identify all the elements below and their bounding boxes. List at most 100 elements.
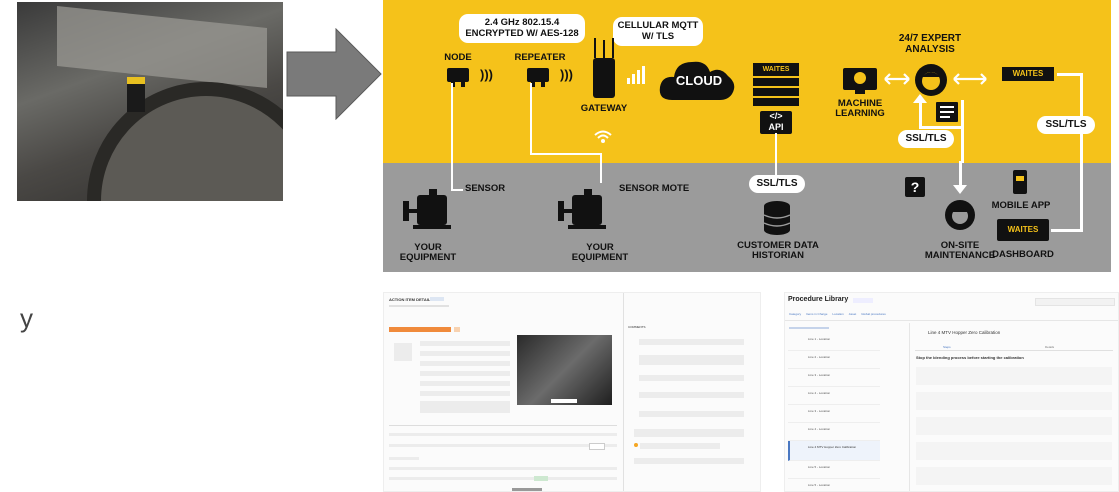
procedure-library-title: Procedure Library: [788, 296, 849, 303]
list-item-selected[interactable]: Line 4 MTV Hopper Zero Calibration: [788, 441, 880, 461]
filter-asset[interactable]: Asset: [849, 312, 857, 316]
field-row: [420, 381, 510, 386]
table-row: [389, 444, 617, 447]
api-connector-line: [775, 133, 777, 177]
filter-category[interactable]: Category: [789, 312, 801, 316]
comment-input[interactable]: [634, 458, 744, 464]
list-item[interactable]: Line 5 - Location: [788, 479, 880, 491]
mobile-phone-icon: [1013, 170, 1027, 194]
search-input[interactable]: [1035, 298, 1115, 306]
field-row: [420, 351, 510, 356]
procedure-library-screenshot: Procedure Library Category Items in Char…: [784, 292, 1119, 492]
encryption-line-2: ENCRYPTED W/ AES-128: [465, 28, 579, 39]
tab-details[interactable]: Details: [1045, 345, 1054, 349]
field-row: [420, 341, 510, 346]
list-item[interactable]: Line 4 - Location: [788, 387, 880, 405]
procedure-instruction: Stop the blending process before startin…: [916, 355, 1024, 360]
view-selector[interactable]: [853, 298, 873, 303]
historian-line-2: HISTORIAN: [751, 250, 805, 261]
panel-divider: [909, 323, 910, 491]
section-label: [389, 457, 419, 460]
field-row: [420, 361, 510, 366]
signal-icon-1: ))): [480, 67, 493, 82]
sensor-mote-label: SENSOR MOTE: [619, 183, 690, 194]
up-arrow-icon: [913, 94, 927, 103]
filter-location[interactable]: Location: [832, 312, 843, 316]
comment-item: [640, 443, 720, 449]
node-icon: [447, 68, 469, 87]
flow-arrow-icon: [286, 28, 382, 120]
divider: [785, 320, 1118, 321]
ssl-tls-badge-center: SSL/TLS: [898, 130, 954, 148]
action-item-header: ACTION ITEM DETAILS: [389, 297, 433, 302]
list-item[interactable]: Line 2 - Location: [788, 351, 880, 369]
list-item[interactable]: Line 3 - Location: [788, 369, 880, 387]
maintenance-person-icon: [945, 200, 975, 230]
photo-motor-housing: [87, 82, 283, 201]
comment-item: [639, 339, 744, 345]
table-header: [389, 433, 617, 436]
signal-icon-2: ))): [560, 67, 573, 82]
waites-logo-text: WAITES: [1012, 69, 1044, 78]
your-equipment-label-2: YOUR EQUIPMENT: [565, 243, 635, 263]
connector-line: [919, 126, 963, 129]
divider: [389, 425, 617, 426]
diagram-top-panel: 2.4 GHz 802.15.4 ENCRYPTED W/ AES-128 CE…: [383, 0, 1111, 163]
panel-divider: [623, 293, 624, 491]
dashboard-connector-line: [1080, 161, 1083, 231]
comments-header: COMMENTS: [628, 325, 646, 329]
bidirectional-arrow-icon-1: [884, 73, 910, 85]
photo-metal-sheet: [57, 5, 267, 89]
historian-label: CUSTOMER DATA HISTORIAN: [733, 241, 823, 261]
divider: [915, 350, 1113, 351]
your-equipment-label-1: YOUR EQUIPMENT: [393, 243, 463, 263]
step-card: [916, 392, 1112, 410]
row-action-button[interactable]: [589, 443, 605, 450]
wifi-icon: [594, 130, 612, 143]
field-row: [420, 391, 510, 396]
cellular-line-1: CELLULAR MQTT: [617, 20, 699, 31]
pagination-control[interactable]: [512, 488, 542, 491]
field-row: [420, 401, 510, 413]
left-text-fragment: y: [20, 303, 33, 333]
repeater-connector-line: [530, 153, 602, 155]
equipment-motor-icon-1: [403, 189, 451, 229]
expert-line-1: 24/7 EXPERT: [898, 33, 962, 44]
list-item[interactable]: Line 5 - Location: [788, 461, 880, 479]
tab-steps[interactable]: Steps: [943, 345, 951, 349]
avatar: [634, 443, 638, 447]
cellular-bubble: CELLULAR MQTT W/ TLS: [613, 17, 703, 46]
database-icon: [763, 201, 791, 235]
filter-global-procedures[interactable]: Global procedures: [861, 312, 886, 316]
sensor-label: SENSOR: [465, 183, 506, 194]
waites-top-logo: WAITES: [1002, 67, 1054, 81]
repeater-connector-line: [600, 153, 602, 183]
comment-item: [634, 429, 744, 437]
table-header: [389, 467, 617, 470]
equipment-line-2: EQUIPMENT: [571, 252, 629, 263]
document-icon: [936, 102, 958, 122]
cloud-label: CLOUD: [675, 73, 723, 88]
procedure-list: Line 1 - Location Line 2 - Location Line…: [788, 333, 880, 491]
api-code-icon: </>: [769, 111, 783, 121]
status-pill: [534, 476, 548, 481]
expert-analysis-label: 24/7 EXPERT ANALYSIS: [885, 33, 975, 55]
status-badge: [430, 297, 444, 301]
filter-items-in-charge[interactable]: Items in Charge: [806, 312, 827, 316]
step-card: [916, 467, 1112, 485]
gateway-label: GATEWAY: [580, 103, 628, 114]
equipment-motor-icon-2: [558, 189, 606, 229]
list-item[interactable]: Line 1 - Location: [788, 333, 880, 351]
sort-label[interactable]: [789, 327, 829, 329]
list-item[interactable]: Line 3 - Location: [788, 405, 880, 423]
server-rack-3: [753, 98, 799, 106]
comment-item: [639, 411, 744, 417]
asset-photo: [517, 335, 612, 405]
list-item[interactable]: Line 4 - Location: [788, 423, 880, 441]
comment-item: [639, 392, 744, 398]
connector-line: [919, 100, 922, 128]
expert-person-icon: [915, 64, 947, 96]
ssl-tls-badge-right: SSL/TLS: [1037, 116, 1095, 134]
cell-signal-icon: [627, 66, 645, 84]
repeater-icon: [527, 68, 549, 87]
